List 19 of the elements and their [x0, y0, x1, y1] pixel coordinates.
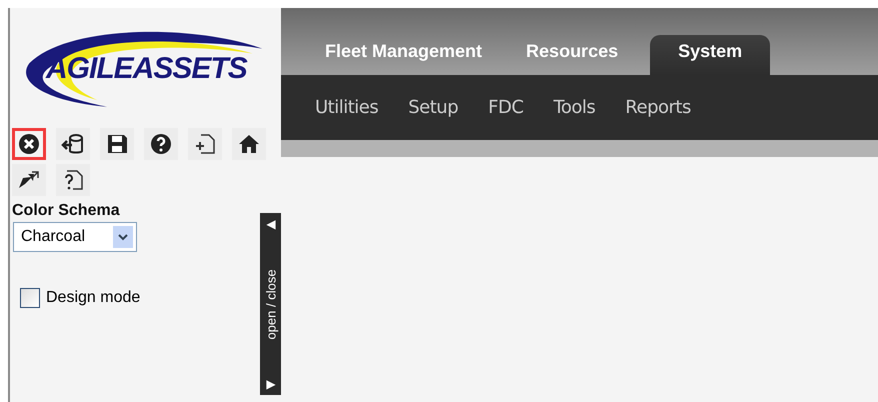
menu-link[interactable]: Utilities: [315, 97, 378, 118]
collapse-arrow[interactable]: ◀: [266, 217, 276, 231]
menu-link[interactable]: Tools: [553, 97, 596, 118]
page-question-icon[interactable]: [56, 164, 90, 196]
help-icon[interactable]: [144, 128, 178, 160]
page-plus-icon[interactable]: [188, 128, 222, 160]
nav-tab[interactable]: System: [650, 35, 770, 75]
save-icon[interactable]: [100, 128, 134, 160]
home-icon[interactable]: [232, 128, 266, 160]
menu-link[interactable]: Setup: [408, 97, 458, 118]
menu-link[interactable]: FDC: [488, 97, 524, 118]
design-mode-label: Design mode: [46, 289, 140, 307]
panel-toggle[interactable]: ◀ open / close ▶: [260, 213, 282, 395]
close-icon[interactable]: [12, 128, 46, 160]
color-schema-dropdown[interactable]: Charcoal: [13, 222, 137, 252]
color-schema-label: Color Schema: [12, 202, 121, 220]
expand-arrow[interactable]: ▶: [266, 377, 276, 391]
menu-link[interactable]: Reports: [625, 97, 691, 118]
design-mode-checkbox[interactable]: [20, 288, 40, 308]
